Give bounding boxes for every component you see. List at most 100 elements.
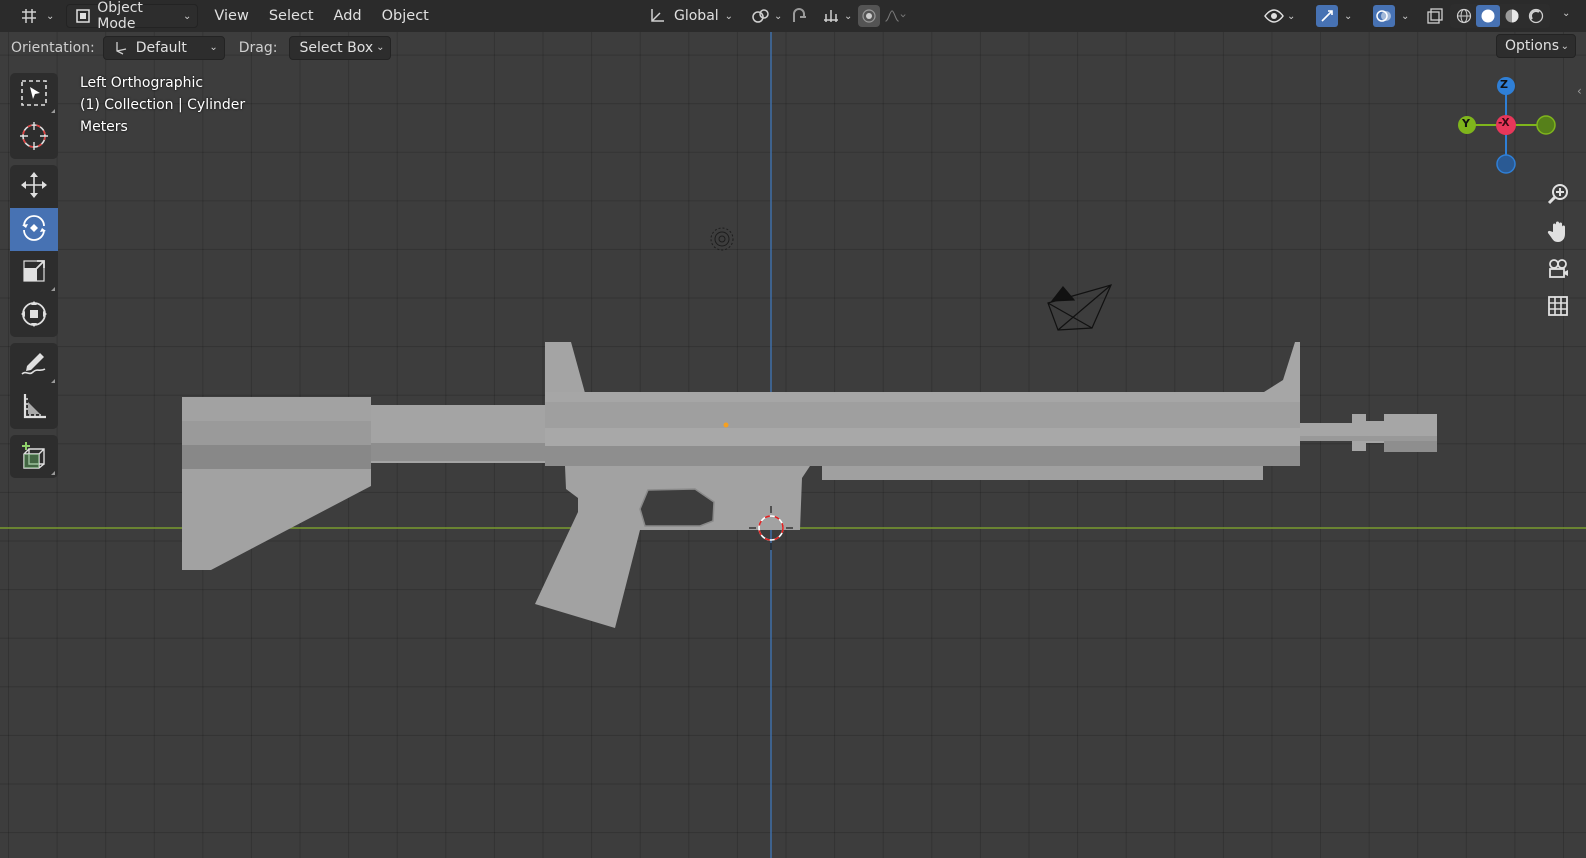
mode-selector[interactable]: Object Mode ⌄	[66, 0, 199, 32]
grid-icon	[1546, 294, 1570, 322]
chevron-down-icon: ⌄	[1287, 10, 1296, 22]
gizmo-toggle[interactable]: ⌄	[1310, 4, 1358, 28]
shading-options-chevron-icon[interactable]: ⌄	[1562, 8, 1570, 19]
menu-add[interactable]: Add	[324, 8, 372, 24]
gizmo-icon	[1316, 5, 1338, 27]
proportional-editing-icon[interactable]	[858, 5, 880, 27]
chevron-down-icon: ⌄	[724, 10, 734, 22]
tool-group-select	[10, 73, 58, 159]
options-dropdown[interactable]: Options ⌄	[1496, 34, 1576, 58]
orientation-label: Global	[674, 8, 719, 24]
camera-view-button[interactable]	[1541, 254, 1575, 288]
transform-orientation-dropdown[interactable]: Global ⌄	[640, 4, 739, 28]
collection-info: (1) Collection | Cylinder	[80, 97, 246, 113]
shading-mode-group	[1450, 4, 1550, 28]
ruler-icon	[19, 391, 49, 425]
cursor-tool[interactable]	[10, 116, 58, 159]
zoom-icon	[1546, 182, 1570, 210]
snap-increment-icon	[820, 5, 842, 27]
trigger-guard-hole	[639, 488, 715, 527]
xray-toggle-icon[interactable]	[1424, 5, 1446, 27]
chevron-down-icon: ⌄	[46, 10, 55, 22]
snap-icon[interactable]	[788, 5, 810, 27]
orientation-dropdown[interactable]: Default ⌄	[102, 35, 225, 60]
rifle-mesh	[182, 342, 1437, 628]
sidebar-toggle-chevron-icon[interactable]: ‹	[1577, 84, 1582, 98]
wireframe-shading-icon[interactable]	[1452, 5, 1476, 27]
add-cube-icon	[19, 440, 49, 474]
chevron-down-icon: ⌄	[1344, 10, 1353, 22]
rotate-icon	[19, 213, 49, 247]
perspective-toggle-button[interactable]	[1541, 291, 1575, 325]
overlays-toggle[interactable]: ⌄	[1367, 4, 1415, 28]
material-shading-icon[interactable]	[1500, 5, 1524, 27]
mode-label: Object Mode	[97, 0, 143, 32]
orientation-gizmo-icon	[110, 37, 132, 59]
visibility-dropdown[interactable]: ⌄	[1257, 4, 1301, 28]
drag-dropdown[interactable]: Select Box ⌄	[289, 35, 392, 60]
chevron-down-icon: ⌄	[1560, 40, 1569, 52]
chevron-down-icon: ⌄	[376, 42, 385, 53]
options-label: Options	[1505, 38, 1560, 54]
camera-object	[1047, 284, 1113, 331]
editor-type-button[interactable]: ⌄	[12, 4, 60, 28]
scale-icon	[19, 256, 49, 290]
eye-icon	[1263, 5, 1285, 27]
light-object	[710, 227, 734, 251]
tool-group-annotate	[10, 343, 58, 429]
annotate-tool[interactable]	[10, 343, 58, 386]
object-mode-icon	[73, 5, 93, 27]
chevron-down-icon: ⌄	[1401, 10, 1410, 22]
drag-label: Drag:	[238, 39, 278, 56]
menu-view[interactable]: View	[204, 8, 258, 24]
drag-value: Select Box	[299, 39, 374, 56]
rendered-shading-icon[interactable]	[1524, 5, 1548, 27]
scale-tool[interactable]	[10, 251, 58, 294]
units-label: Meters	[80, 119, 128, 135]
pivot-point-dropdown[interactable]: ⌄	[744, 4, 788, 28]
axes-icon	[18, 5, 40, 27]
gizmo-y-label: Y	[1462, 117, 1470, 130]
zoom-button[interactable]	[1541, 179, 1575, 213]
move-icon	[19, 170, 49, 204]
pencil-icon	[19, 348, 49, 382]
gizmo-x-label: -X	[1498, 117, 1510, 129]
rear-sight	[545, 342, 585, 393]
add-cube-tool[interactable]	[10, 435, 58, 478]
chevron-down-icon: ⌄	[844, 10, 853, 22]
3d-viewport[interactable]: ⌄ Object Mode ⌄ View Select Add Object G…	[0, 0, 1586, 858]
navigation-gizmo[interactable]: Z Y -X	[1454, 72, 1558, 176]
select-box-icon	[19, 78, 49, 112]
pan-button[interactable]	[1541, 216, 1575, 250]
viewport-info-overlay: Left Orthographic (1) Collection | Cylin…	[80, 72, 245, 138]
pivot-icon	[750, 5, 772, 27]
cursor-icon	[19, 121, 49, 155]
viewport-header: ⌄ Object Mode ⌄ View Select Add Object G…	[0, 0, 1586, 32]
gizmo-neg-y	[1536, 115, 1556, 135]
camera-icon	[1546, 257, 1570, 285]
menu-object[interactable]: Object	[372, 8, 439, 24]
snap-target-dropdown[interactable]: ⌄	[814, 4, 858, 28]
tool-settings-header: Orientation: Default ⌄ Drag: Select Box …	[0, 32, 1586, 63]
orientation-label: Orientation:	[11, 39, 95, 56]
view-name: Left Orthographic	[80, 75, 204, 91]
gizmo-neg-z	[1496, 154, 1516, 174]
tool-group-add	[10, 435, 58, 478]
tool-group-transform	[10, 165, 58, 337]
orientation-value: Default	[135, 39, 187, 56]
object-origin	[723, 422, 729, 428]
transform-tool[interactable]	[10, 294, 58, 337]
select-box-tool[interactable]	[10, 73, 58, 116]
move-tool[interactable]	[10, 165, 58, 208]
orientation-axes-icon	[646, 5, 668, 27]
overlays-icon	[1373, 5, 1395, 27]
solid-shading-icon[interactable]	[1476, 5, 1500, 27]
rotate-tool[interactable]	[10, 208, 58, 251]
measure-tool[interactable]	[10, 386, 58, 429]
chevron-down-icon: ⌄	[774, 10, 783, 22]
menu-select[interactable]: Select	[259, 8, 324, 24]
falloff-curve-icon[interactable]	[884, 5, 906, 27]
transform-icon	[19, 299, 49, 333]
hand-icon	[1546, 219, 1570, 247]
chevron-down-icon: ⌄	[183, 10, 192, 22]
